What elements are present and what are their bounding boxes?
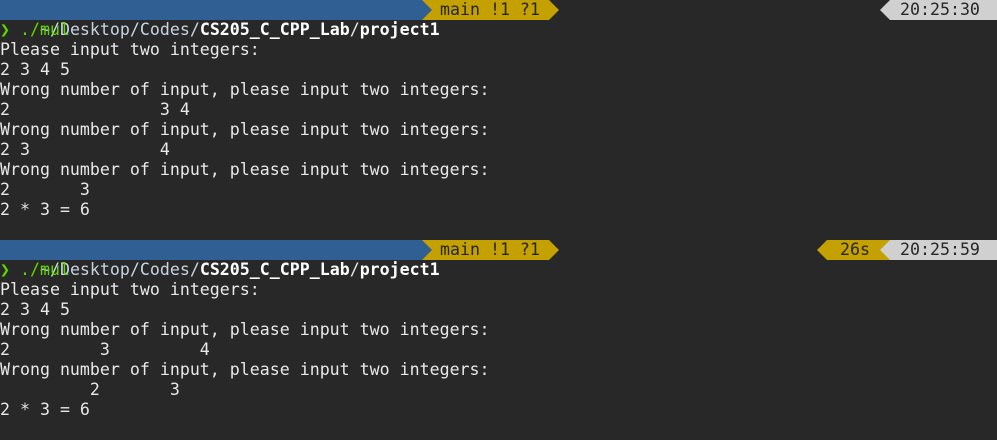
command-line: ❯ ./mul — [0, 260, 70, 280]
git-status: main !1 ?1 — [440, 0, 540, 19]
path-bold-dir: CS205_C_CPP_Lab — [199, 260, 350, 279]
git-arrow-icon — [549, 240, 559, 260]
prompt-bar: ~/Desktop/Codes/CS205_C_CPP_Lab/project1… — [0, 240, 997, 279]
output-line: 2 3 4 — [0, 140, 170, 159]
time-arrow-icon — [880, 0, 890, 20]
output-line: 2 3 — [0, 380, 180, 399]
time-segment: 20:25:59 — [890, 240, 997, 260]
git-status: main !1 ?1 — [440, 240, 540, 259]
output-line: Wrong number of input, please input two … — [0, 320, 490, 339]
output-line: 2 3 4 — [0, 100, 190, 119]
output-line: Please input two integers: — [0, 40, 260, 59]
output-line: Wrong number of input, please input two … — [0, 80, 490, 99]
git-segment: main !1 ?1 — [422, 240, 549, 260]
duration-segment: 26s — [827, 240, 880, 260]
path-segment: ~/Desktop/Codes/CS205_C_CPP_Lab/project1 — [0, 0, 440, 39]
time-segment: 20:25:30 — [890, 0, 997, 20]
output-line: 2 3 4 5 — [0, 60, 70, 79]
git-segment: main !1 ?1 — [422, 0, 549, 20]
path-separator: / — [349, 260, 360, 279]
path-arrow-icon — [422, 0, 432, 20]
output-line: 2 * 3 = 6 — [0, 400, 90, 419]
path-separator: / — [349, 20, 360, 39]
path-segment: ~/Desktop/Codes/CS205_C_CPP_Lab/project1 — [0, 240, 440, 279]
duration-arrow-icon — [817, 240, 827, 260]
clock-time: 20:25:59 — [900, 240, 980, 259]
output-line: Wrong number of input, please input two … — [0, 120, 490, 139]
clock-time: 20:25:30 — [900, 0, 980, 19]
path-arrow-icon — [422, 240, 432, 260]
command-line: ❯ ./mul — [0, 20, 70, 40]
prompt-bar: ~/Desktop/Codes/CS205_C_CPP_Lab/project1… — [0, 0, 997, 39]
prompt-chevron-icon: ❯ — [0, 260, 10, 279]
output-line: 2 3 4 — [0, 340, 210, 359]
output-line: 2 3 4 5 — [0, 300, 70, 319]
command-text: ./mul — [20, 20, 70, 39]
path-bold-dir: CS205_C_CPP_Lab — [199, 20, 350, 39]
git-arrow-icon — [549, 0, 559, 20]
prompt-chevron-icon: ❯ — [0, 20, 10, 39]
command-text: ./mul — [20, 260, 70, 279]
time-arrow-icon — [880, 240, 890, 260]
output-line: Please input two integers: — [0, 280, 260, 299]
output-line: 2 * 3 = 6 — [0, 200, 90, 219]
output-line: 2 3 — [0, 180, 90, 199]
output-line: Wrong number of input, please input two … — [0, 360, 490, 379]
output-line: Wrong number of input, please input two … — [0, 160, 490, 179]
command-duration: 26s — [840, 240, 870, 259]
